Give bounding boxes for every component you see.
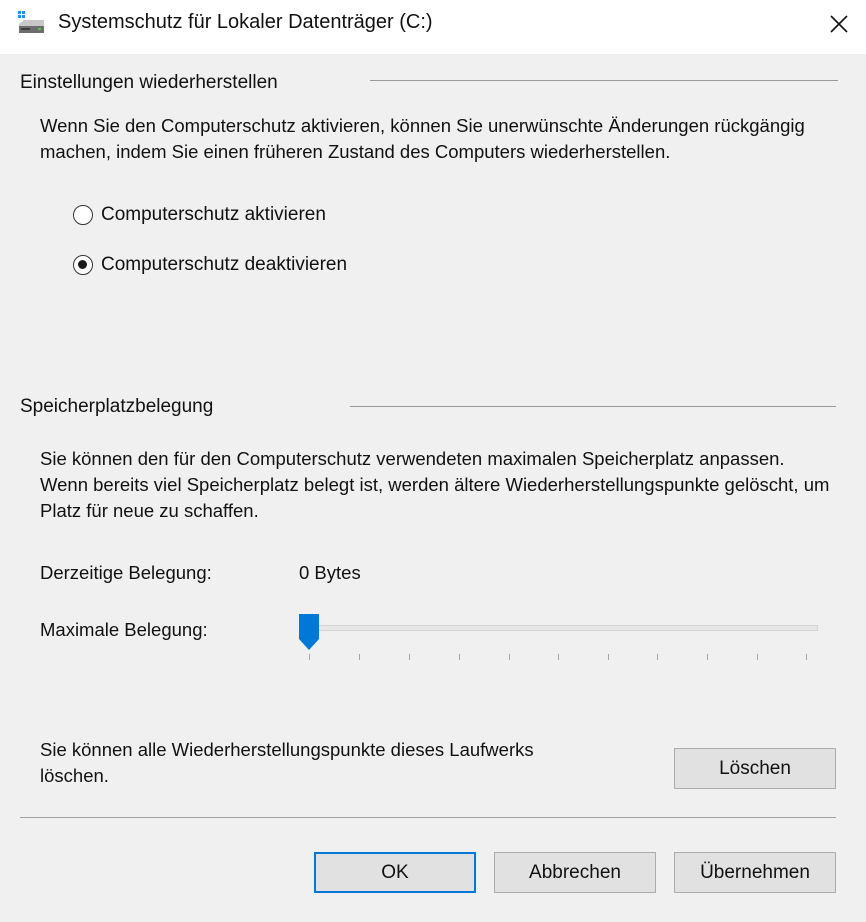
slider-tick (409, 654, 410, 660)
disk-usage-title: Speicherplatzbelegung (20, 396, 214, 417)
disk-usage-divider (350, 406, 836, 407)
slider-tick (608, 654, 609, 660)
radio-enable-protection[interactable]: Computerschutz aktivieren (73, 204, 326, 226)
restore-settings-divider (370, 80, 838, 81)
max-usage-label: Maximale Belegung: (40, 619, 208, 640)
max-usage-slider-track[interactable] (300, 625, 818, 631)
disk-usage-description: Sie können den für den Computerschutz ve… (40, 448, 830, 521)
restore-settings-title: Einstellungen wiederherstellen (20, 72, 278, 93)
close-icon (830, 15, 848, 33)
slider-tick (657, 654, 658, 660)
apply-button[interactable]: Übernehmen (674, 852, 836, 893)
delete-description: Sie können alle Wiederherstellungspunkte… (40, 739, 534, 786)
footer-separator (20, 817, 836, 818)
slider-tick (806, 654, 807, 660)
slider-tick (757, 654, 758, 660)
slider-tick (509, 654, 510, 660)
radio-button[interactable] (73, 255, 93, 275)
max-usage-slider-thumb[interactable] (298, 613, 322, 651)
restore-settings-description: Wenn Sie den Computerschutz aktivieren, … (40, 115, 805, 162)
slider-tick (707, 654, 708, 660)
title-bar: Systemschutz für Lokaler Datenträger (C:… (0, 0, 866, 54)
window-title: Systemschutz für Lokaler Datenträger (C:… (58, 11, 433, 33)
slider-tick (309, 654, 310, 660)
radio-disable-protection[interactable]: Computerschutz deaktivieren (73, 254, 347, 276)
slider-tick (359, 654, 360, 660)
drive-icon (18, 11, 44, 33)
radio-label: Computerschutz deaktivieren (101, 254, 348, 275)
current-usage-value: 0 Bytes (299, 562, 361, 583)
slider-tick (459, 654, 460, 660)
ok-button[interactable]: OK (314, 852, 476, 893)
close-button[interactable] (812, 0, 866, 48)
delete-button[interactable]: Löschen (674, 748, 836, 789)
slider-tick (558, 654, 559, 660)
radio-label: Computerschutz aktivieren (101, 204, 326, 225)
cancel-button[interactable]: Abbrechen (494, 852, 656, 893)
current-usage-label: Derzeitige Belegung: (40, 562, 212, 583)
radio-button[interactable] (73, 205, 93, 225)
